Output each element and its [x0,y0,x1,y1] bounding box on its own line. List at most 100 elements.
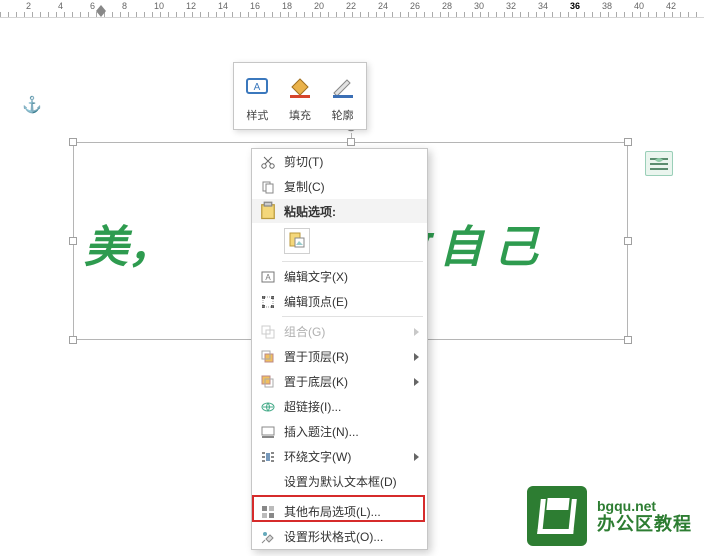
ruler-mark: 2 [26,1,31,11]
wrap-text-icon [258,448,278,466]
ruler-mark: 6 [90,1,95,11]
mini-toolbar: A 样式 填充 轮廓 [233,62,367,130]
ruler-mark: 28 [442,1,452,11]
menu-copy[interactable]: 复制(C) [252,174,427,199]
menu-paste-options-row [252,223,427,259]
menu-group: 组合(G) [252,319,427,344]
horizontal-ruler[interactable]: 2 4 6 8 10 12 14 16 18 20 22 24 26 28 30… [0,0,704,18]
layout-options-button[interactable] [645,151,673,176]
ruler-mark: 42 [666,1,676,11]
brand-logo-icon [527,486,587,546]
menu-separator [282,316,423,317]
menu-default-textbox-label: 设置为默认文本框(D) [284,473,419,490]
menu-group-label: 组合(G) [284,323,414,340]
ruler-mark: 30 [474,1,484,11]
ruler-mark: 34 [538,1,548,11]
menu-insert-caption-label: 插入题注(N)... [284,423,419,440]
resize-handle-tm[interactable] [347,138,355,146]
menu-edit-points[interactable]: 编辑顶点(E) [252,289,427,314]
menu-cut[interactable]: 剪切(T) [252,149,427,174]
resize-handle-ml[interactable] [69,237,77,245]
menu-edit-text[interactable]: A 编辑文字(X) [252,264,427,289]
blank-icon [258,473,278,491]
hyperlink-icon [258,398,278,416]
ruler-mark: 16 [250,1,260,11]
format-shape-icon [258,528,278,546]
style-icon: A [243,73,271,104]
paste-icon [258,201,278,221]
menu-paste-options-header: 粘贴选项: [252,199,427,223]
menu-hyperlink[interactable]: 超链接(I)... [252,394,427,419]
menu-separator [282,496,423,497]
fill-label: 填充 [289,107,311,123]
edit-points-icon [258,293,278,311]
caption-icon [258,423,278,441]
menu-bring-front[interactable]: 置于顶层(R) [252,344,427,369]
brand-watermark: bgqu.net 办公区教程 [527,486,692,546]
ruler-mark: 40 [634,1,644,11]
bring-front-icon [258,348,278,366]
menu-insert-caption[interactable]: 插入题注(N)... [252,419,427,444]
submenu-arrow-icon [414,328,419,336]
svg-text:A: A [265,273,271,282]
textbox-text-left: 美， [84,223,172,272]
ruler-mark: 20 [314,1,324,11]
ruler-mark: 12 [186,1,196,11]
menu-wrap-text[interactable]: 环绕文字(W) [252,444,427,469]
ruler-mark: 32 [506,1,516,11]
style-button[interactable]: A 样式 [236,67,279,125]
menu-send-back[interactable]: 置于底层(K) [252,369,427,394]
menu-format-shape-label: 设置形状格式(O)... [284,528,419,545]
ruler-mark: 26 [410,1,420,11]
edit-text-icon: A [258,268,278,286]
ruler-mark: 8 [122,1,127,11]
submenu-arrow-icon [414,453,419,461]
menu-more-layout-label: 其他布局选项(L)... [284,503,419,520]
hanging-indent-marker[interactable] [96,11,106,17]
resize-handle-tl[interactable] [69,138,77,146]
resize-handle-tr[interactable] [624,138,632,146]
menu-edit-text-label: 编辑文字(X) [284,268,419,285]
ruler-mark: 24 [378,1,388,11]
style-label: 样式 [246,107,268,123]
ruler-mark: 22 [346,1,356,11]
menu-copy-label: 复制(C) [284,178,419,195]
outline-label: 轮廓 [332,107,354,123]
paste-option-picture[interactable] [284,228,310,254]
ruler-mark: 38 [602,1,612,11]
anchor-icon: ⚓ [22,95,42,115]
ruler-mark: 4 [58,1,63,11]
ruler-mark: 10 [154,1,164,11]
menu-separator [282,261,423,262]
resize-handle-bl[interactable] [69,336,77,344]
brand-url: bgqu.net [597,498,692,514]
menu-more-layout[interactable]: 其他布局选项(L)... [252,499,427,524]
svg-text:A: A [254,82,261,93]
menu-wrap-text-label: 环绕文字(W) [284,448,414,465]
paste-picture-icon [288,231,306,252]
menu-format-shape[interactable]: 设置形状格式(O)... [252,524,427,549]
menu-default-textbox[interactable]: 设置为默认文本框(D) [252,469,427,494]
outline-icon [329,73,357,104]
menu-cut-label: 剪切(T) [284,153,419,170]
ruler-mark: 18 [282,1,292,11]
menu-paste-header-label: 粘贴选项: [284,203,336,220]
menu-send-back-label: 置于底层(K) [284,373,414,390]
resize-handle-mr[interactable] [624,237,632,245]
cut-icon [258,153,278,171]
ruler-mark: 14 [218,1,228,11]
menu-hyperlink-label: 超链接(I)... [284,398,419,415]
context-menu: 剪切(T) 复制(C) 粘贴选项: A 编辑文字(X) 编辑顶点(E) 组合(G… [251,148,428,550]
brand-name: 办公区教程 [597,514,692,535]
fill-icon [286,73,314,104]
outline-button[interactable]: 轮廓 [321,67,364,125]
menu-edit-points-label: 编辑顶点(E) [284,293,419,310]
copy-icon [258,178,278,196]
more-layout-icon [258,503,278,521]
fill-button[interactable]: 填充 [279,67,322,125]
send-back-icon [258,373,278,391]
submenu-arrow-icon [414,378,419,386]
submenu-arrow-icon [414,353,419,361]
resize-handle-br[interactable] [624,336,632,344]
ruler-mark: 36 [570,1,580,11]
